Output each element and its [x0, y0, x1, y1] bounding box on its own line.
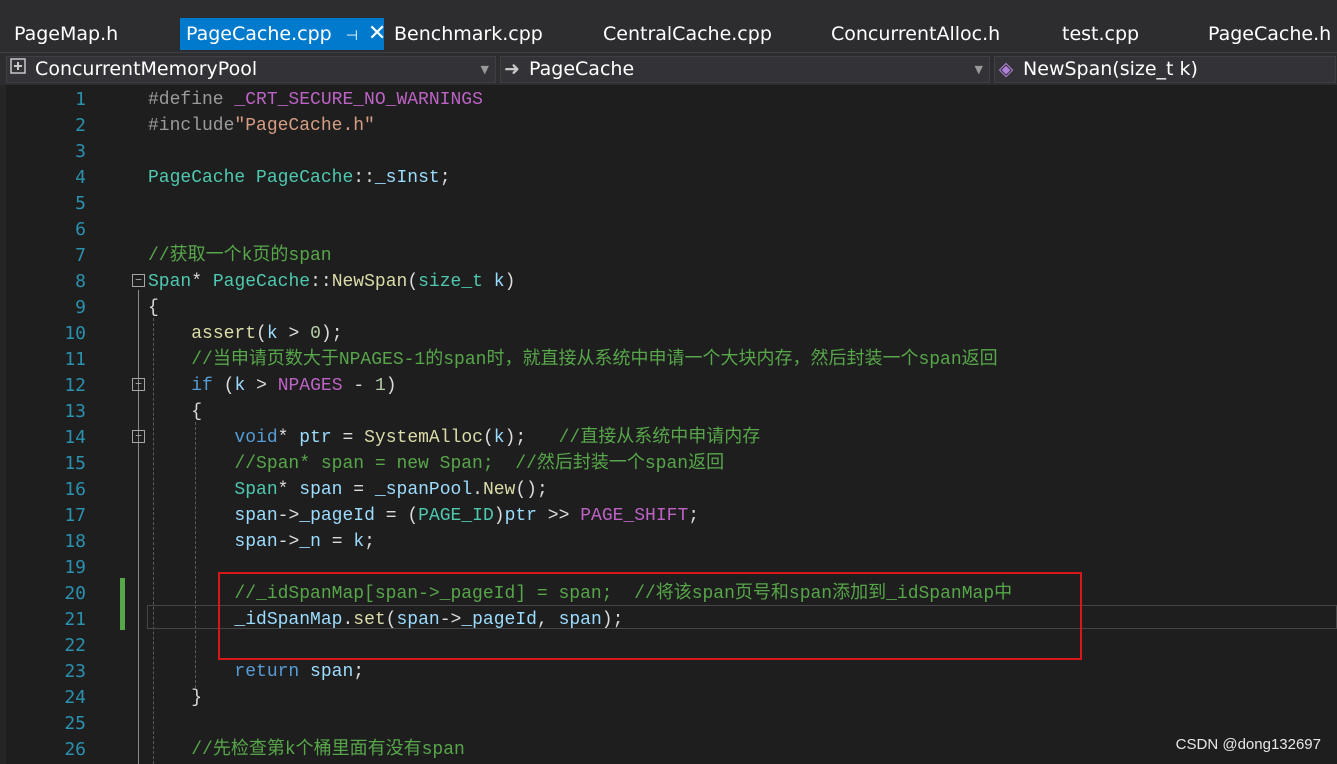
code-line[interactable]: PageCache PageCache::_sInst;	[148, 165, 451, 191]
member-name: NewSpan(size_t k)	[1023, 58, 1198, 80]
tab-label: PageMap.h	[14, 23, 119, 45]
line-number: 20	[64, 583, 86, 604]
fold-line	[138, 290, 139, 764]
pin-icon[interactable]: ⊣	[346, 20, 358, 52]
line-number: 19	[64, 557, 86, 578]
tab-label: Benchmark.cpp	[394, 23, 543, 45]
code-line[interactable]: }	[148, 685, 202, 711]
code-line[interactable]: //当申请页数大于NPAGES-1的span时，就直接从系统中申请一个大块内存，…	[148, 347, 997, 373]
tab-label: test.cpp	[1062, 23, 1140, 45]
code-line[interactable]: span->_pageId = (PAGE_ID)ptr >> PAGE_SHI…	[148, 503, 699, 529]
line-number: 15	[64, 453, 86, 474]
watermark: CSDN @dong132697	[1175, 736, 1321, 753]
line-number: 2	[75, 115, 86, 136]
line-number: 5	[75, 193, 86, 214]
code-line[interactable]: Span* PageCache::NewSpan(size_t k)	[148, 269, 515, 295]
tab-centralcache-cpp[interactable]: CentralCache.cpp	[597, 18, 772, 50]
line-number: 25	[64, 713, 86, 734]
code-line[interactable]: #include"PageCache.h"	[148, 113, 375, 139]
tab-pagecache-cpp[interactable]: PageCache.cpp ⊣ ✕	[180, 18, 386, 52]
line-number: 21	[64, 609, 86, 630]
line-number: 12	[64, 375, 86, 396]
code-line[interactable]: span->_n = k;	[148, 529, 375, 555]
tab-label: CentralCache.cpp	[603, 23, 772, 45]
line-number: 16	[64, 479, 86, 500]
line-number: 17	[64, 505, 86, 526]
tab-bar: PageMap.h PageCache.cpp ⊣ ✕ Benchmark.cpp …	[0, 0, 1337, 52]
line-number: 4	[75, 167, 86, 188]
line-number: 6	[75, 219, 86, 240]
line-number: 8	[75, 271, 86, 292]
line-number: 7	[75, 245, 86, 266]
close-icon[interactable]: ✕	[368, 18, 386, 50]
code-line[interactable]: void* ptr = SystemAlloc(k); //直接从系统中申请内存	[148, 425, 760, 451]
code-line[interactable]: #define _CRT_SECURE_NO_WARNINGS	[148, 87, 483, 113]
tab-pagecache-h[interactable]: PageCache.h	[1202, 18, 1331, 50]
line-number: 11	[64, 349, 86, 370]
fold-toggle-line-14[interactable]: −	[132, 430, 145, 443]
chevron-down-icon[interactable]: ▼	[481, 57, 489, 82]
line-number: 23	[64, 661, 86, 682]
line-number: 10	[64, 323, 86, 344]
highlight-box	[218, 572, 1082, 660]
tab-concurrentalloc-h[interactable]: ConcurrentAlloc.h	[825, 18, 1000, 50]
code-line[interactable]: //获取一个k页的span	[148, 243, 332, 269]
line-number: 14	[64, 427, 86, 448]
fold-toggle-line-8[interactable]: −	[132, 274, 145, 287]
line-number: 9	[75, 297, 86, 318]
line-number: 26	[64, 739, 86, 760]
tab-label: PageCache.cpp	[186, 23, 332, 45]
code-line[interactable]: {	[148, 295, 159, 321]
line-number: 3	[75, 141, 86, 162]
chevron-down-icon[interactable]: ▼	[975, 57, 983, 82]
member-dropdown[interactable]: ◈ NewSpan(size_t k)	[994, 56, 1336, 83]
code-line[interactable]: //Span* span = new Span; //然后封装一个span返回	[148, 451, 724, 477]
tab-pagemap-h[interactable]: PageMap.h	[8, 18, 118, 50]
change-marker	[120, 578, 125, 630]
fold-toggle-line-12[interactable]: −	[132, 378, 145, 391]
code-line[interactable]: assert(k > 0);	[148, 321, 342, 347]
navigation-bar: ConcurrentMemoryPool ▼ ➜ PageCache ▼ ◈ N…	[0, 52, 1337, 85]
scope-name: PageCache	[529, 58, 635, 80]
project-dropdown[interactable]: ConcurrentMemoryPool ▼	[6, 56, 496, 83]
code-line[interactable]: {	[148, 399, 202, 425]
code-line[interactable]: if (k > NPAGES - 1)	[148, 373, 396, 399]
scope-dropdown[interactable]: ➜ PageCache ▼	[500, 56, 990, 83]
code-line[interactable]: //先检查第k个桶里面有没有span	[148, 737, 465, 763]
line-number: 18	[64, 531, 86, 552]
code-line[interactable]: Span* span = _spanPool.New();	[148, 477, 547, 503]
line-number: 1	[75, 89, 86, 110]
editor-left-margin	[0, 85, 6, 764]
method-icon: ◈	[998, 58, 1014, 80]
line-number: 13	[64, 401, 86, 422]
tab-test-cpp[interactable]: test.cpp	[1056, 18, 1139, 50]
tab-label: ConcurrentAlloc.h	[831, 23, 1001, 45]
tab-benchmark-cpp[interactable]: Benchmark.cpp	[388, 18, 543, 50]
project-name: ConcurrentMemoryPool	[35, 58, 258, 80]
code-line[interactable]: return span;	[148, 659, 364, 685]
project-icon	[7, 57, 29, 82]
arrow-right-icon: ➜	[504, 58, 520, 80]
tab-label: PageCache.h	[1208, 23, 1332, 45]
line-number: 24	[64, 687, 86, 708]
line-number: 22	[64, 635, 86, 656]
